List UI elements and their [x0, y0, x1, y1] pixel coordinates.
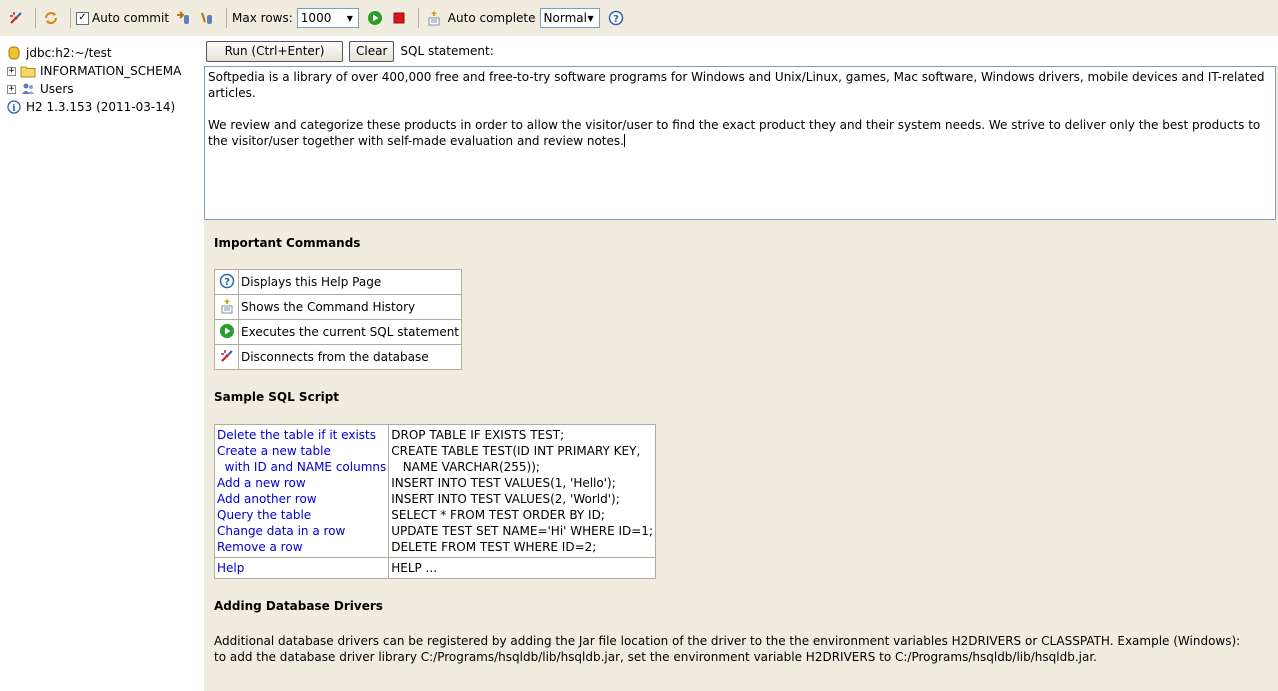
tree-item-label: Users — [40, 82, 74, 96]
refresh-icon[interactable] — [41, 8, 61, 28]
sql-editor[interactable]: Softpedia is a library of over 400,000 f… — [204, 66, 1276, 220]
toolbar-separator — [417, 8, 419, 28]
sql-text-paragraph: We review and categorize these products … — [208, 117, 1272, 149]
table-row: Executes the current SQL statement — [214, 319, 463, 345]
auto-commit-label: Auto commit — [92, 11, 170, 25]
history-icon[interactable] — [424, 8, 444, 28]
sample-sql: DROP TABLE IF EXISTS TEST; CREATE TABLE … — [388, 424, 656, 558]
toolbar-separator — [35, 8, 36, 28]
help-panel: Important Commands ? Displays this Help … — [204, 222, 1278, 691]
command-description: Executes the current SQL statement — [237, 319, 463, 345]
tree-item-version: i H2 1.3.153 (2011-03-14) — [0, 98, 204, 116]
rollback-icon[interactable] — [197, 8, 217, 28]
database-icon — [6, 45, 22, 61]
max-rows-label: Max rows: — [232, 11, 293, 25]
tree-item-information-schema[interactable]: + INFORMATION_SCHEMA — [0, 62, 204, 80]
history-icon — [214, 294, 239, 320]
tree-item-label: INFORMATION_SCHEMA — [40, 64, 182, 78]
auto-complete-label: Auto complete — [447, 11, 536, 25]
sample-sql-table: Delete the table if it exists Create a n… — [213, 424, 656, 579]
tree-item-connection[interactable]: jdbc:h2:~/test — [0, 44, 204, 62]
help-command: HELP ... — [388, 557, 656, 579]
chevron-down-icon: ▼ — [346, 13, 353, 23]
run-icon — [214, 319, 239, 345]
table-row: Delete the table if it exists Create a n… — [213, 424, 656, 558]
run-icon[interactable] — [365, 8, 385, 28]
sample-descriptions[interactable]: Delete the table if it exists Create a n… — [213, 424, 390, 558]
commit-icon[interactable] — [173, 8, 193, 28]
expand-icon[interactable]: + — [7, 66, 16, 76]
expand-icon[interactable]: + — [7, 84, 16, 94]
important-commands-heading: Important Commands — [214, 236, 361, 250]
toolbar: ✓ Auto commit Max rows: 1000 ▼ Auto comp… — [0, 0, 1278, 36]
connection-label: jdbc:h2:~/test — [26, 46, 112, 60]
drivers-text: Additional database drivers can be regis… — [214, 634, 1241, 664]
sql-text: We review and categorize these products … — [208, 118, 1261, 148]
text-caret — [623, 134, 625, 147]
max-rows-select[interactable]: 1000 ▼ — [296, 8, 359, 28]
stop-icon[interactable] — [389, 8, 409, 28]
table-row: ? Displays this Help Page — [214, 269, 463, 295]
command-description: Shows the Command History — [237, 294, 463, 320]
version-label: H2 1.3.153 (2011-03-14) — [26, 100, 176, 114]
help-icon[interactable]: ? — [606, 8, 626, 28]
clear-button[interactable]: Clear — [349, 40, 395, 62]
command-description: Displays this Help Page — [237, 269, 463, 295]
table-row: Help HELP ... — [213, 557, 656, 579]
svg-text:i: i — [12, 104, 16, 114]
query-bar: Run (Ctrl+Enter) Clear SQL statement: — [204, 36, 1278, 66]
table-row: Disconnects from the database — [214, 344, 463, 370]
info-icon: i — [6, 99, 22, 115]
auto-commit-checkbox[interactable]: ✓ — [76, 11, 89, 25]
toolbar-separator — [70, 8, 71, 28]
folder-icon — [20, 63, 36, 79]
chevron-down-icon: ▼ — [587, 13, 594, 23]
svg-text:?: ? — [613, 14, 619, 25]
schema-tree: jdbc:h2:~/test + INFORMATION_SCHEMA + Us… — [0, 36, 204, 691]
table-row: Shows the Command History — [214, 294, 463, 320]
max-rows-value: 1000 — [300, 11, 332, 25]
toolbar-separator — [226, 8, 228, 28]
tree-item-users[interactable]: + Users — [0, 80, 204, 98]
auto-complete-value: Normal — [543, 11, 587, 25]
sql-statement-label: SQL statement: — [400, 44, 494, 58]
sql-text-paragraph: Softpedia is a library of over 400,000 f… — [208, 70, 1265, 100]
disconnect-icon[interactable] — [6, 8, 26, 28]
help-icon: ? — [214, 269, 239, 295]
commands-table: ? Displays this Help Page Shows the Comm… — [214, 269, 463, 370]
users-icon — [20, 81, 36, 97]
auto-complete-select[interactable]: Normal ▼ — [539, 8, 600, 28]
sample-sql-heading: Sample SQL Script — [214, 390, 340, 404]
svg-text:?: ? — [224, 277, 230, 288]
run-button[interactable]: Run (Ctrl+Enter) — [206, 40, 343, 62]
drivers-heading: Adding Database Drivers — [214, 599, 383, 613]
command-description: Disconnects from the database — [237, 344, 463, 370]
disconnect-icon — [214, 344, 239, 370]
help-link[interactable]: Help — [213, 557, 390, 579]
